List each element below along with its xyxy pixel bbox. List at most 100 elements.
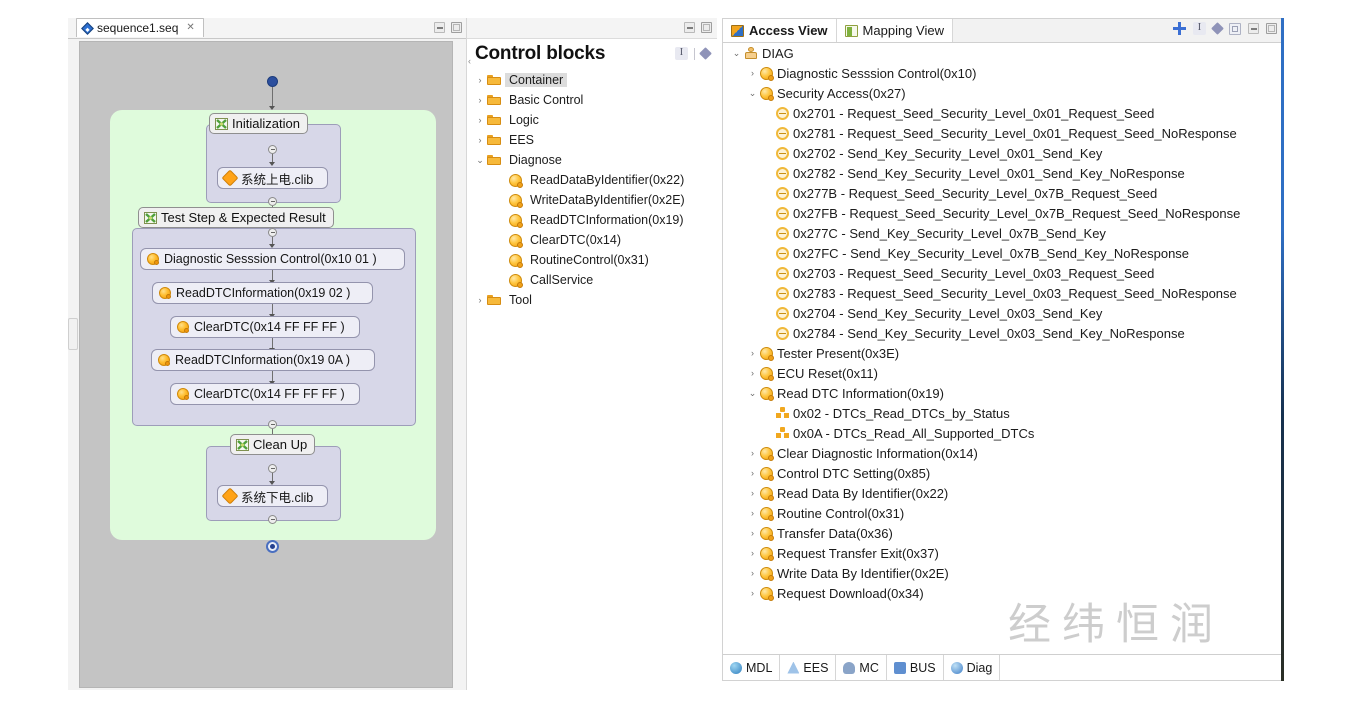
plus-icon[interactable] [1173, 22, 1186, 35]
tree-row[interactable]: 0x2782 - Send_Key_Security_Level_0x01_Se… [723, 163, 1281, 183]
control-block-item[interactable]: › Container [467, 70, 717, 90]
tree-row[interactable]: › Clear Diagnostic Information(0x14) [723, 443, 1281, 463]
i-view-icon[interactable] [1193, 21, 1206, 35]
chevron-right-icon[interactable]: › [745, 368, 760, 378]
tab-access-view[interactable]: Access View [723, 19, 837, 42]
chevron-right-icon[interactable]: › [473, 115, 487, 125]
control-block-item[interactable]: ⌄ Diagnose [467, 150, 717, 170]
chevron-left-icon[interactable]: ‹ [468, 56, 471, 66]
i-view-icon[interactable] [675, 46, 688, 60]
tree-row[interactable]: 0x277C - Send_Key_Security_Level_0x7B_Se… [723, 223, 1281, 243]
tree-row[interactable]: 0x2704 - Send_Key_Security_Level_0x03_Se… [723, 303, 1281, 323]
bottom-tab-mc[interactable]: MC [836, 655, 887, 680]
tree-row[interactable]: 0x2702 - Send_Key_Security_Level_0x01_Se… [723, 143, 1281, 163]
tree-row[interactable]: › Read Data By Identifier(0x22) [723, 483, 1281, 503]
diagram-canvas[interactable]: Initialization 系统上电.clib Test Step & Exp… [79, 41, 453, 688]
chevron-right-icon[interactable]: › [745, 488, 760, 498]
bottom-tab-ees[interactable]: EES [780, 655, 837, 680]
group-title-initialization[interactable]: Initialization [209, 113, 308, 134]
tree-row[interactable]: 0x27FC - Send_Key_Security_Level_0x7B_Se… [723, 243, 1281, 263]
control-block-item[interactable]: RoutineControl(0x31) [467, 250, 717, 270]
chevron-right-icon[interactable]: › [473, 295, 487, 305]
node-power-on-clib[interactable]: 系统上电.clib [217, 167, 328, 189]
node-diagnostic-session-control[interactable]: Diagnostic Sesssion Control(0x10 01 ) [140, 248, 405, 270]
control-block-item[interactable]: ReadDataByIdentifier(0x22) [467, 170, 717, 190]
group-title-clean-up[interactable]: Clean Up [230, 434, 316, 455]
tree-row[interactable]: ⌄ Security Access(0x27) [723, 83, 1281, 103]
maximize-icon[interactable] [1266, 23, 1277, 34]
control-block-item[interactable]: › Logic [467, 110, 717, 130]
control-block-item[interactable]: ReadDTCInformation(0x19) [467, 210, 717, 230]
tree-row[interactable]: 0x2783 - Request_Seed_Security_Level_0x0… [723, 283, 1281, 303]
control-block-item[interactable]: › EES [467, 130, 717, 150]
collapse-toggle[interactable] [268, 197, 277, 206]
restore-icon[interactable] [1229, 22, 1241, 35]
collapse-toggle[interactable] [268, 420, 277, 429]
chevron-right-icon[interactable]: › [745, 448, 760, 458]
vertical-scrollbar[interactable] [1281, 18, 1284, 681]
chevron-right-icon[interactable]: › [745, 468, 760, 478]
chevron-right-icon[interactable]: › [473, 135, 487, 145]
tree-row[interactable]: ⌄ DIAG [723, 43, 1281, 63]
tree-row[interactable]: 0x2781 - Request_Seed_Security_Level_0x0… [723, 123, 1281, 143]
tree-row[interactable]: 0x2701 - Request_Seed_Security_Level_0x0… [723, 103, 1281, 123]
control-block-item[interactable]: WriteDataByIdentifier(0x2E) [467, 190, 717, 210]
tree-row[interactable]: 0x2784 - Send_Key_Security_Level_0x03_Se… [723, 323, 1281, 343]
control-block-item[interactable]: › Basic Control [467, 90, 717, 110]
collapse-toggle[interactable] [268, 228, 277, 237]
bottom-tab-mdl[interactable]: MDL [723, 655, 781, 680]
group-title-test-step[interactable]: Test Step & Expected Result [138, 207, 334, 228]
chevron-right-icon[interactable]: › [473, 75, 487, 85]
editor-tab-sequence1[interactable]: sequence1.seq ✕ [76, 18, 204, 37]
tree-row[interactable]: 0x27FB - Request_Seed_Security_Level_0x7… [723, 203, 1281, 223]
collapse-toggle[interactable] [268, 145, 277, 154]
node-power-off-clib[interactable]: 系统下电.clib [217, 485, 328, 507]
chevron-right-icon[interactable]: › [745, 528, 760, 538]
left-pane-handle[interactable] [68, 318, 78, 350]
diagnostic-services-tree[interactable]: ⌄ DIAG › Diagnostic Sesssion Control(0x10) ⌄… [723, 43, 1281, 654]
chevron-down-icon[interactable]: ⌄ [729, 48, 744, 59]
tree-row[interactable]: 0x2703 - Request_Seed_Security_Level_0x0… [723, 263, 1281, 283]
chevron-right-icon[interactable]: › [745, 568, 760, 578]
node-read-dtc-information-02[interactable]: ReadDTCInformation(0x19 02 ) [152, 282, 373, 304]
node-read-dtc-information-0a[interactable]: ReadDTCInformation(0x19 0A ) [151, 349, 375, 371]
tree-row[interactable]: 0x277B - Request_Seed_Security_Level_0x7… [723, 183, 1281, 203]
chevron-right-icon[interactable]: › [745, 348, 760, 358]
chevron-down-icon[interactable]: ⌄ [745, 388, 760, 399]
control-block-item[interactable]: ClearDTC(0x14) [467, 230, 717, 250]
node-clear-dtc-2[interactable]: ClearDTC(0x14 FF FF FF ) [170, 383, 360, 405]
chevron-right-icon[interactable]: › [745, 548, 760, 558]
tree-row[interactable]: › Diagnostic Sesssion Control(0x10) [723, 63, 1281, 83]
tree-row[interactable]: › Transfer Data(0x36) [723, 523, 1281, 543]
chevron-down-icon[interactable]: ⌄ [473, 155, 487, 166]
tree-row[interactable]: › Control DTC Setting(0x85) [723, 463, 1281, 483]
minimize-icon[interactable] [1248, 23, 1259, 34]
tree-row[interactable]: › Routine Control(0x31) [723, 503, 1281, 523]
chevron-right-icon[interactable]: › [745, 68, 760, 78]
tree-row[interactable]: ⌄ Read DTC Information(0x19) [723, 383, 1281, 403]
tree-row[interactable]: 0x02 - DTCs_Read_DTCs_by_Status [723, 403, 1281, 423]
collapse-toggle[interactable] [268, 464, 277, 473]
tree-row[interactable]: › Tester Present(0x3E) [723, 343, 1281, 363]
tree-row[interactable]: 0x0A - DTCs_Read_All_Supported_DTCs [723, 423, 1281, 443]
control-blocks-tree[interactable]: › Container › Basic Control › Logic › EES ⌄ Diagn… [467, 70, 717, 690]
minimize-icon[interactable] [684, 22, 695, 33]
flow-start-node[interactable] [267, 76, 278, 87]
tab-mapping-view[interactable]: Mapping View [836, 19, 953, 42]
diamond-dot-icon[interactable] [1211, 22, 1224, 35]
tree-row[interactable]: › Write Data By Identifier(0x2E) [723, 563, 1281, 583]
node-clear-dtc-1[interactable]: ClearDTC(0x14 FF FF FF ) [170, 316, 360, 338]
maximize-icon[interactable] [451, 22, 462, 33]
control-block-item[interactable]: CallService [467, 270, 717, 290]
diamond-dot-icon[interactable] [699, 47, 712, 60]
close-icon[interactable]: ✕ [186, 23, 194, 33]
chevron-right-icon[interactable]: › [745, 588, 760, 598]
collapse-toggle[interactable] [268, 515, 277, 524]
control-block-item[interactable]: › Tool [467, 290, 717, 310]
chevron-right-icon[interactable]: › [745, 508, 760, 518]
bottom-tab-diag[interactable]: Diag [943, 655, 1001, 680]
bottom-tab-bus[interactable]: BUS [886, 655, 944, 680]
chevron-right-icon[interactable]: › [473, 95, 487, 105]
flow-end-node[interactable] [266, 540, 279, 553]
maximize-icon[interactable] [701, 22, 712, 33]
